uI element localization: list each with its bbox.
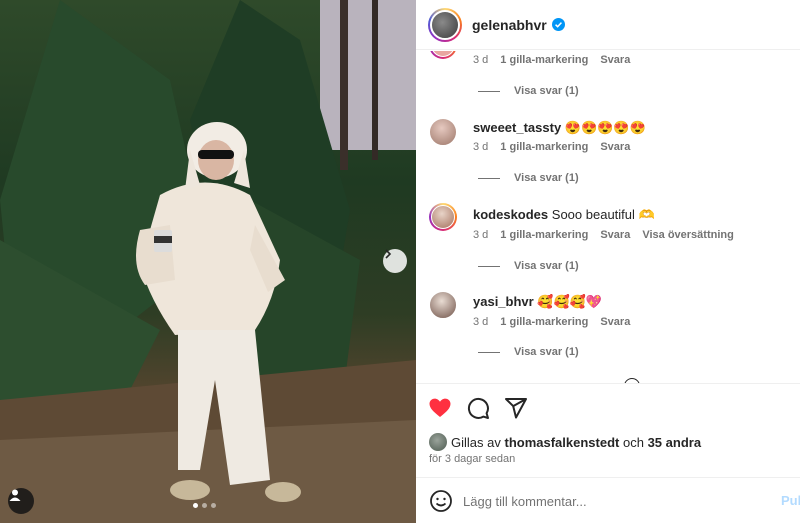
comment-text: yasi_bhvr 🥰🥰🥰💖 [473, 293, 602, 310]
share-icon[interactable] [504, 396, 528, 420]
like-heart-icon[interactable] [428, 396, 452, 420]
comment-text: kodeskodes Sooo beautiful 🫶 [473, 206, 655, 223]
commenter-avatar[interactable] [429, 118, 457, 146]
view-replies-label: Visa svar (1) [514, 172, 579, 184]
likes-others[interactable]: 35 andra [648, 435, 701, 450]
author-avatar[interactable] [428, 7, 462, 42]
comment-likes[interactable]: 1 gilla-markering [500, 316, 588, 328]
reply-button[interactable]: Svara [600, 141, 630, 153]
view-replies-label: Visa svar (1) [514, 85, 579, 97]
commenter-avatar[interactable] [429, 51, 457, 59]
comment-body: 😍😍😍😍😍 [564, 120, 646, 135]
post-header: gelenabhvr [416, 0, 800, 50]
view-replies-label: Visa svar (1) [514, 260, 579, 272]
view-replies-button[interactable]: Visa svar (1) [478, 172, 579, 184]
carousel-indicator [193, 503, 216, 508]
reply-button[interactable]: Svara [600, 229, 630, 241]
carousel-dot [211, 503, 216, 508]
view-replies-button[interactable]: Visa svar (1) [478, 346, 579, 358]
liker-username[interactable]: thomasfalkenstedt [504, 435, 619, 450]
commenter-username[interactable]: sweeet_tassty [473, 120, 561, 135]
reply-button[interactable]: Svara [600, 316, 630, 328]
tagged-users-button[interactable] [8, 488, 34, 514]
translate-button[interactable]: Visa översättning [642, 229, 734, 241]
comment-meta: 3 d 1 gilla-markering Svara [473, 316, 630, 328]
comment-meta: 3 d 1 gilla-markering Svara Visa översät… [473, 229, 734, 241]
likes-joiner: och [622, 434, 644, 450]
comment-body: Sooo beautiful 🫶 [551, 207, 655, 222]
comment-composer: Publicera [416, 477, 800, 523]
chevron-right-icon [385, 249, 392, 259]
post-sidebar: gelenabhvr 3 d 1 gilla-markering Svara V… [416, 0, 800, 523]
emoji-icon[interactable] [429, 489, 453, 513]
reply-button[interactable]: Svara [600, 54, 630, 66]
commenter-avatar[interactable] [429, 291, 457, 319]
likes-prefix: Gillas av [451, 434, 501, 450]
comment-meta: 3 d 1 gilla-markering Svara [473, 141, 630, 153]
user-icon [9, 489, 21, 501]
post-photo[interactable] [0, 0, 416, 523]
view-replies-button[interactable]: Visa svar (1) [478, 85, 579, 97]
comment-likes[interactable]: 1 gilla-markering [500, 229, 588, 241]
comment-time: 3 d [473, 141, 489, 153]
comment-text: sweeet_tassty 😍😍😍😍😍 [473, 119, 646, 136]
carousel-dot [202, 503, 207, 508]
view-replies-label: Visa svar (1) [514, 346, 579, 358]
author-username[interactable]: gelenabhvr [472, 17, 547, 33]
next-slide-button[interactable] [383, 249, 407, 273]
view-replies-button[interactable]: Visa svar (1) [478, 260, 579, 272]
comment-body: 🥰🥰🥰💖 [537, 294, 603, 309]
comments-list[interactable]: 3 d 1 gilla-markering Svara Visa svar (1… [416, 51, 800, 383]
commenter-avatar[interactable] [429, 203, 457, 231]
comment-likes[interactable]: 1 gilla-markering [500, 54, 588, 66]
carousel-dot [193, 503, 198, 508]
comment-meta: 3 d 1 gilla-markering Svara [473, 54, 630, 66]
liker-avatar [429, 433, 447, 451]
comment-input[interactable] [463, 493, 763, 509]
likes-summary[interactable]: Gillas av thomasfalkenstedt och 35 andra [429, 433, 701, 451]
post-image [0, 0, 416, 523]
commenter-username[interactable]: kodeskodes [473, 207, 548, 222]
comment-time: 3 d [473, 229, 489, 241]
comment-likes[interactable]: 1 gilla-markering [500, 141, 588, 153]
comment-time: 3 d [473, 316, 489, 328]
post-actions: Gillas av thomasfalkenstedt och 35 andra… [416, 383, 800, 523]
commenter-username[interactable]: yasi_bhvr [473, 294, 534, 309]
verified-badge-icon [551, 18, 565, 31]
comment-time: 3 d [473, 54, 489, 66]
comment-icon[interactable] [466, 396, 490, 420]
post-date[interactable]: för 3 dagar sedan [429, 453, 515, 465]
publish-comment-button[interactable]: Publicera [781, 493, 800, 508]
